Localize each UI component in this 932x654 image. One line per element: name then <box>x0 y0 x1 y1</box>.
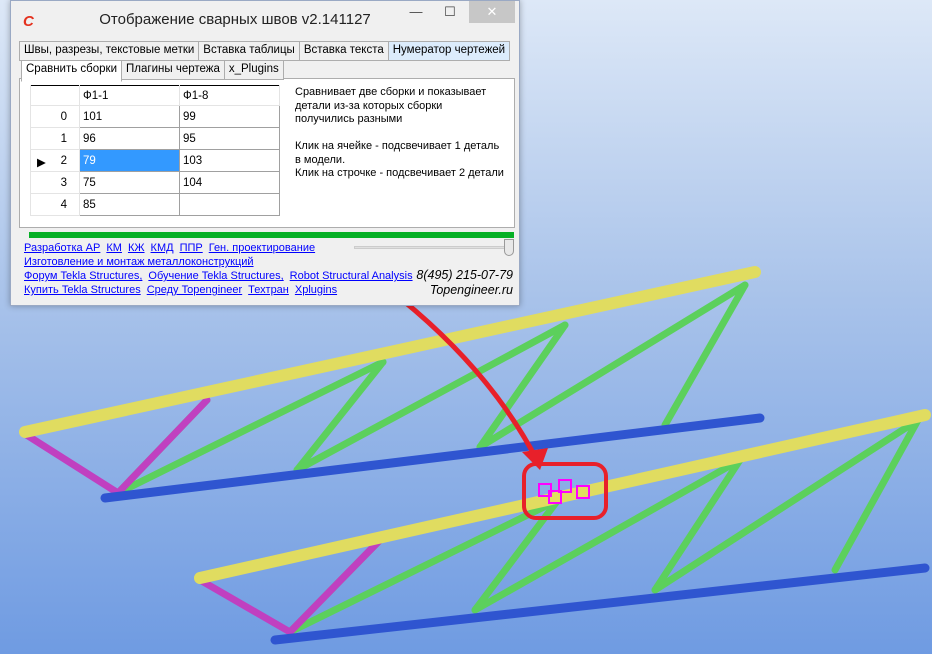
row-index: 2 <box>60 154 67 167</box>
grid-corner <box>30 85 80 106</box>
diagonal-member[interactable] <box>293 358 387 474</box>
diagonal-member[interactable] <box>651 456 744 594</box>
table-row[interactable]: 3 75 104 <box>30 171 280 194</box>
link[interactable]: Техтран <box>248 284 289 296</box>
column-header[interactable]: Ф1-1 <box>79 85 180 106</box>
row-header[interactable]: 0 <box>30 105 80 128</box>
grid-cell[interactable]: 99 <box>179 105 280 128</box>
link[interactable]: КМД <box>151 242 174 254</box>
link[interactable]: Robot Structural Analysis <box>290 270 413 282</box>
link[interactable]: КЖ <box>128 242 145 254</box>
links-area: Разработка АР КМ КЖ КМД ППР Ген. проектирован… <box>24 241 419 297</box>
column-header[interactable]: Ф1-8 <box>179 85 280 106</box>
table-row[interactable]: 1 96 95 <box>30 127 280 150</box>
grid-cell[interactable]: 85 <box>79 193 180 216</box>
app-window: C Отображение сварных швов v2.141127 — ☐… <box>10 0 520 306</box>
grid-cell[interactable]: 95 <box>179 127 280 150</box>
diagonal-member[interactable] <box>476 321 569 451</box>
end-diagonal-member[interactable] <box>21 430 122 497</box>
row-header[interactable]: ▶ 2 <box>30 149 80 172</box>
tab-row-2: Сравнить сборки Плагины чертежа x_Plugins <box>21 60 284 82</box>
table-row[interactable]: ▶ 2 79 103 <box>30 149 280 172</box>
diagonal-member[interactable] <box>831 416 922 574</box>
link[interactable]: Среду Topengineer <box>147 284 242 296</box>
slider-thumb[interactable] <box>504 239 514 256</box>
tab-drawing-plugins[interactable]: Плагины чертежа <box>121 60 225 80</box>
grid-cell[interactable]: 79 <box>79 149 180 172</box>
table-row[interactable]: 0 101 99 <box>30 105 280 128</box>
site-name: Topengineer.ru <box>429 283 513 297</box>
tab-x-plugins[interactable]: x_Plugins <box>223 60 284 80</box>
tab-compare-assemblies[interactable]: Сравнить сборки <box>21 60 123 82</box>
phone-number: 8(495) 215-07-79 <box>416 268 513 282</box>
bottom-chord[interactable] <box>100 413 765 503</box>
row-index: 0 <box>60 110 67 123</box>
grid-cell[interactable]: 103 <box>179 149 280 172</box>
tab-insert-text[interactable]: Вставка текста <box>298 41 389 61</box>
tab-row-1: Швы, разрезы, текстовые метки Вставка таб… <box>19 41 511 61</box>
row-header[interactable]: 4 <box>30 193 80 216</box>
grid-cell[interactable]: 75 <box>79 171 180 194</box>
link[interactable]: ППР <box>180 242 203 254</box>
grid-cell[interactable] <box>179 193 280 216</box>
row-header[interactable]: 1 <box>30 127 80 150</box>
row-index: 1 <box>60 132 67 145</box>
link[interactable]: КМ <box>106 242 122 254</box>
minimize-button[interactable]: — <box>399 1 433 23</box>
end-diagonal-member[interactable] <box>196 576 294 636</box>
close-button[interactable]: ✕ <box>469 1 515 23</box>
link[interactable]: Ген. проектирование <box>209 242 315 254</box>
title-bar: C Отображение сварных швов v2.141127 — ☐… <box>11 1 519 37</box>
compare-panel: Ф1-1 Ф1-8 0 101 99 1 96 95 ▶ 2 79 103 3 75 104 4 85 Сра… <box>19 78 515 228</box>
tab-drawing-numerator[interactable]: Нумератор чертежей <box>387 41 511 61</box>
row-index: 3 <box>60 176 67 189</box>
tab-insert-table[interactable]: Вставка таблицы <box>198 41 300 61</box>
link[interactable]: Изготовление и монтаж металлоконструкций <box>24 256 254 268</box>
tab-welds[interactable]: Швы, разрезы, текстовые метки <box>19 41 200 61</box>
window-title: Отображение сварных швов v2.141127 <box>99 11 371 28</box>
link[interactable]: Форум Tekla Structures, <box>24 270 142 282</box>
grid-cell[interactable]: 101 <box>79 105 180 128</box>
bottom-chord[interactable] <box>270 563 930 645</box>
maximize-button[interactable]: ☐ <box>433 1 467 23</box>
progress-bar <box>29 232 514 238</box>
row-header[interactable]: 3 <box>30 171 80 194</box>
grid-cell[interactable]: 96 <box>79 127 180 150</box>
current-row-icon: ▶ <box>37 156 46 169</box>
link[interactable]: Купить Tekla Structures <box>24 284 141 296</box>
link[interactable]: Обучение Tekla Structures, <box>148 270 283 282</box>
table-row[interactable]: 4 85 <box>30 193 280 216</box>
description-text: Сравнивает две сборки и показывает детал… <box>295 86 504 179</box>
link[interactable]: Xplugins <box>295 284 337 296</box>
link[interactable]: Разработка АР <box>24 242 100 254</box>
row-index: 4 <box>60 198 67 211</box>
grid-cell[interactable]: 104 <box>179 171 280 194</box>
compare-grid[interactable]: Ф1-1 Ф1-8 0 101 99 1 96 95 ▶ 2 79 103 3 75 104 4 85 <box>30 85 280 216</box>
